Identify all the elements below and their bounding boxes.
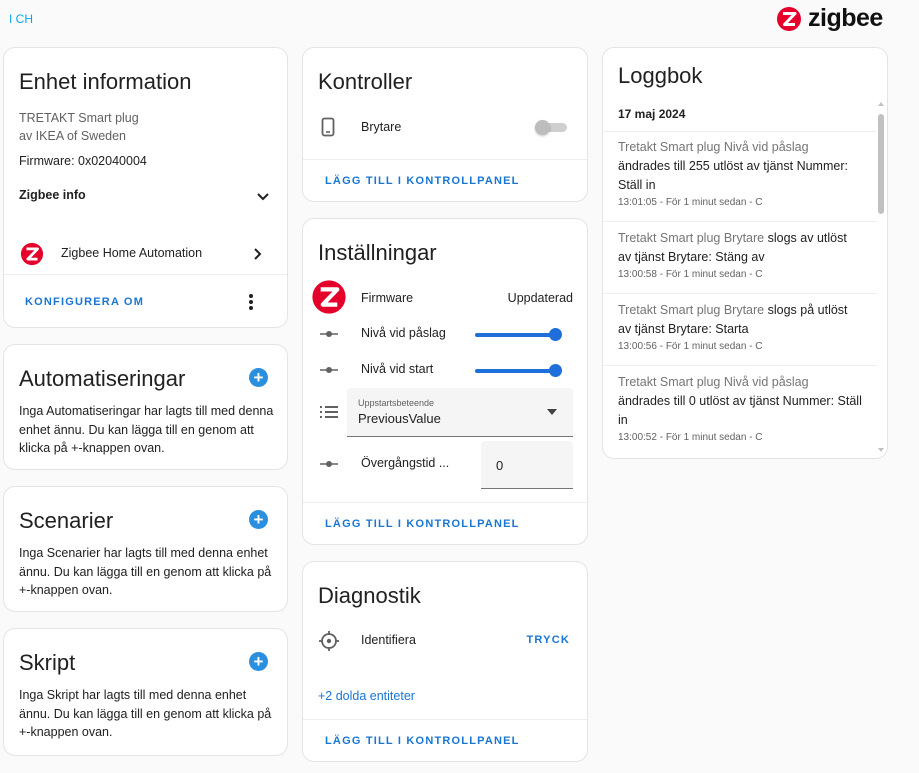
identify-press-button[interactable]: TRYCK xyxy=(527,634,570,646)
slider-icon xyxy=(320,331,338,337)
list-icon xyxy=(320,406,338,418)
diagnostics-card: Diagnostik Identifiera TRYCK +2 dolda en… xyxy=(302,561,588,762)
log-entry-text: Tretakt Smart plug Brytare slogs på utlö… xyxy=(618,301,863,339)
configure-button[interactable]: KONFIGURERA OM xyxy=(25,296,144,308)
scroll-down-arrow[interactable] xyxy=(878,448,884,452)
controls-card: Kontroller Brytare LÄGG TILL I KONTROLLP… xyxy=(302,47,588,202)
switch-label: Brytare xyxy=(361,120,402,134)
transition-label: Övergångstid ... xyxy=(361,456,450,470)
log-entry[interactable]: Tretakt Smart plug Brytare slogs av utlö… xyxy=(618,229,863,280)
logbook-card: Loggbok 17 maj 2024 Tretakt Smart plug N… xyxy=(602,47,888,459)
zigbee-info-toggle[interactable]: Zigbee info xyxy=(4,178,287,214)
transition-value: 0 xyxy=(496,458,504,473)
on-level-label: Nivå vid påslag xyxy=(361,326,446,340)
scroll-up-arrow[interactable] xyxy=(878,102,884,106)
log-entry-meta: 13:00:58 - För 1 minut sedan - C xyxy=(618,269,763,280)
top-link[interactable]: I CH xyxy=(9,12,33,26)
log-entry-entity: Tretakt Smart plug Nivå vid påslag xyxy=(618,140,809,154)
settings-add-button[interactable]: LÄGG TILL I KONTROLLPANEL xyxy=(325,518,520,530)
scenes-empty-text: Inga Scenarier har lagts till med denna … xyxy=(19,546,272,597)
integration-label: Zigbee Home Automation xyxy=(61,246,203,260)
controls-add-button[interactable]: LÄGG TILL I KONTROLLPANEL xyxy=(325,175,520,187)
log-entry-entity: Tretakt Smart plug Nivå vid påslag xyxy=(618,375,809,389)
log-entry[interactable]: Tretakt Smart plug Brytare slogs på utlö… xyxy=(618,301,863,352)
firmware-label: Firmware xyxy=(361,291,414,305)
logbook-title: Loggbok xyxy=(618,63,703,88)
automations-empty-text: Inga Automatiseringar har lagts till med… xyxy=(19,404,274,455)
log-entry-text: Tretakt Smart plug Nivå vid påslag ändra… xyxy=(618,138,863,195)
log-entry-message: ändrades till 0 utlöst av tjänst Nummer:… xyxy=(618,394,862,427)
log-entry-meta: 13:01:05 - För 1 minut sedan - C xyxy=(618,197,763,208)
automations-card: Automatiseringar + Inga Automatiseringar… xyxy=(3,344,288,470)
slider-icon xyxy=(320,461,338,467)
identify-label: Identifiera xyxy=(361,633,416,647)
log-entry-text: Tretakt Smart plug Nivå vid påslag ändra… xyxy=(618,373,863,430)
device-model: TRETAKT Smart plug xyxy=(19,111,139,125)
scripts-empty-text: Inga Skript har lagts till med denna enh… xyxy=(19,688,272,739)
integration-row[interactable]: Zigbee Home Automation xyxy=(4,236,287,272)
add-automation-button[interactable]: + xyxy=(249,368,268,387)
startup-behavior-select[interactable]: Uppstartsbeteende PreviousValue xyxy=(347,388,573,437)
diagnostics-add-button[interactable]: LÄGG TILL I KONTROLLPANEL xyxy=(325,735,520,747)
log-entry-text: Tretakt Smart plug Brytare slogs av utlö… xyxy=(618,229,863,267)
start-level-knob[interactable] xyxy=(549,364,562,377)
zigbee-info-label: Zigbee info xyxy=(19,188,86,202)
scripts-title: Skript xyxy=(19,650,76,675)
device-info-title: Enhet information xyxy=(19,69,192,94)
on-level-track xyxy=(475,333,555,337)
transition-input[interactable]: 0 xyxy=(481,441,573,489)
on-level-knob[interactable] xyxy=(549,328,562,341)
log-entry-meta: 13:00:56 - För 1 minut sedan - C xyxy=(618,341,763,352)
firmware-status: Uppdaterad xyxy=(507,291,573,305)
on-level-slider[interactable] xyxy=(475,327,562,343)
logbook-scrollbar[interactable] xyxy=(877,102,885,456)
logbook-date: 17 maj 2024 xyxy=(618,107,686,121)
more-vert-icon[interactable] xyxy=(248,293,254,311)
log-entry-entity: Tretakt Smart plug Brytare xyxy=(618,231,765,245)
slider-icon xyxy=(320,367,338,373)
log-entry-message: ändrades till 255 utlöst av tjänst Numme… xyxy=(618,159,848,192)
scripts-card: Skript + Inga Skript har lagts till med … xyxy=(3,628,288,756)
start-level-label: Nivå vid start xyxy=(361,362,434,376)
start-level-slider[interactable] xyxy=(475,363,562,379)
chevron-right-icon xyxy=(254,248,262,260)
zigbee-icon xyxy=(20,242,44,266)
dropdown-arrow-icon xyxy=(547,409,557,415)
log-entry-entity: Tretakt Smart plug Brytare xyxy=(618,303,765,317)
zigbee-firmware-icon xyxy=(312,280,346,314)
log-entry[interactable]: Tretakt Smart plug Nivå vid påslag ändra… xyxy=(618,138,863,208)
device-firmware: Firmware: 0x02040004 xyxy=(19,154,147,168)
plug-icon xyxy=(321,117,335,137)
start-level-track xyxy=(475,369,555,373)
zigbee-logo-icon xyxy=(777,6,801,31)
add-script-button[interactable]: + xyxy=(249,652,268,671)
brand-logo: zigbee xyxy=(776,4,883,33)
controls-title: Kontroller xyxy=(318,69,413,94)
startup-behavior-value: PreviousValue xyxy=(358,411,441,426)
device-manufacturer: av IKEA of Sweden xyxy=(19,129,127,143)
startup-behavior-label: Uppstartsbeteende xyxy=(358,398,435,408)
log-entry[interactable]: Tretakt Smart plug Nivå vid påslag ändra… xyxy=(618,373,863,443)
automations-title: Automatiseringar xyxy=(19,366,186,391)
scenes-title: Scenarier xyxy=(19,508,114,533)
add-scene-button[interactable]: + xyxy=(249,510,268,529)
switch-thumb xyxy=(535,120,550,135)
scenes-card: Scenarier + Inga Scenarier har lagts til… xyxy=(3,486,288,612)
scroll-thumb[interactable] xyxy=(878,114,884,214)
brand-name: zigbee xyxy=(808,4,883,32)
diagnostics-title: Diagnostik xyxy=(318,583,421,608)
hidden-entities-link[interactable]: +2 dolda entiteter xyxy=(318,689,415,703)
log-entry-meta: 13:00:52 - För 1 minut sedan - C xyxy=(618,432,763,443)
crosshair-icon xyxy=(319,631,339,651)
switch-toggle[interactable] xyxy=(535,120,569,135)
settings-card: Inställningar Firmware Uppdaterad Nivå v… xyxy=(302,218,588,545)
settings-title: Inställningar xyxy=(318,240,437,265)
chevron-down-icon xyxy=(257,193,269,201)
device-info-card: Enhet information TRETAKT Smart plug av … xyxy=(3,47,288,328)
